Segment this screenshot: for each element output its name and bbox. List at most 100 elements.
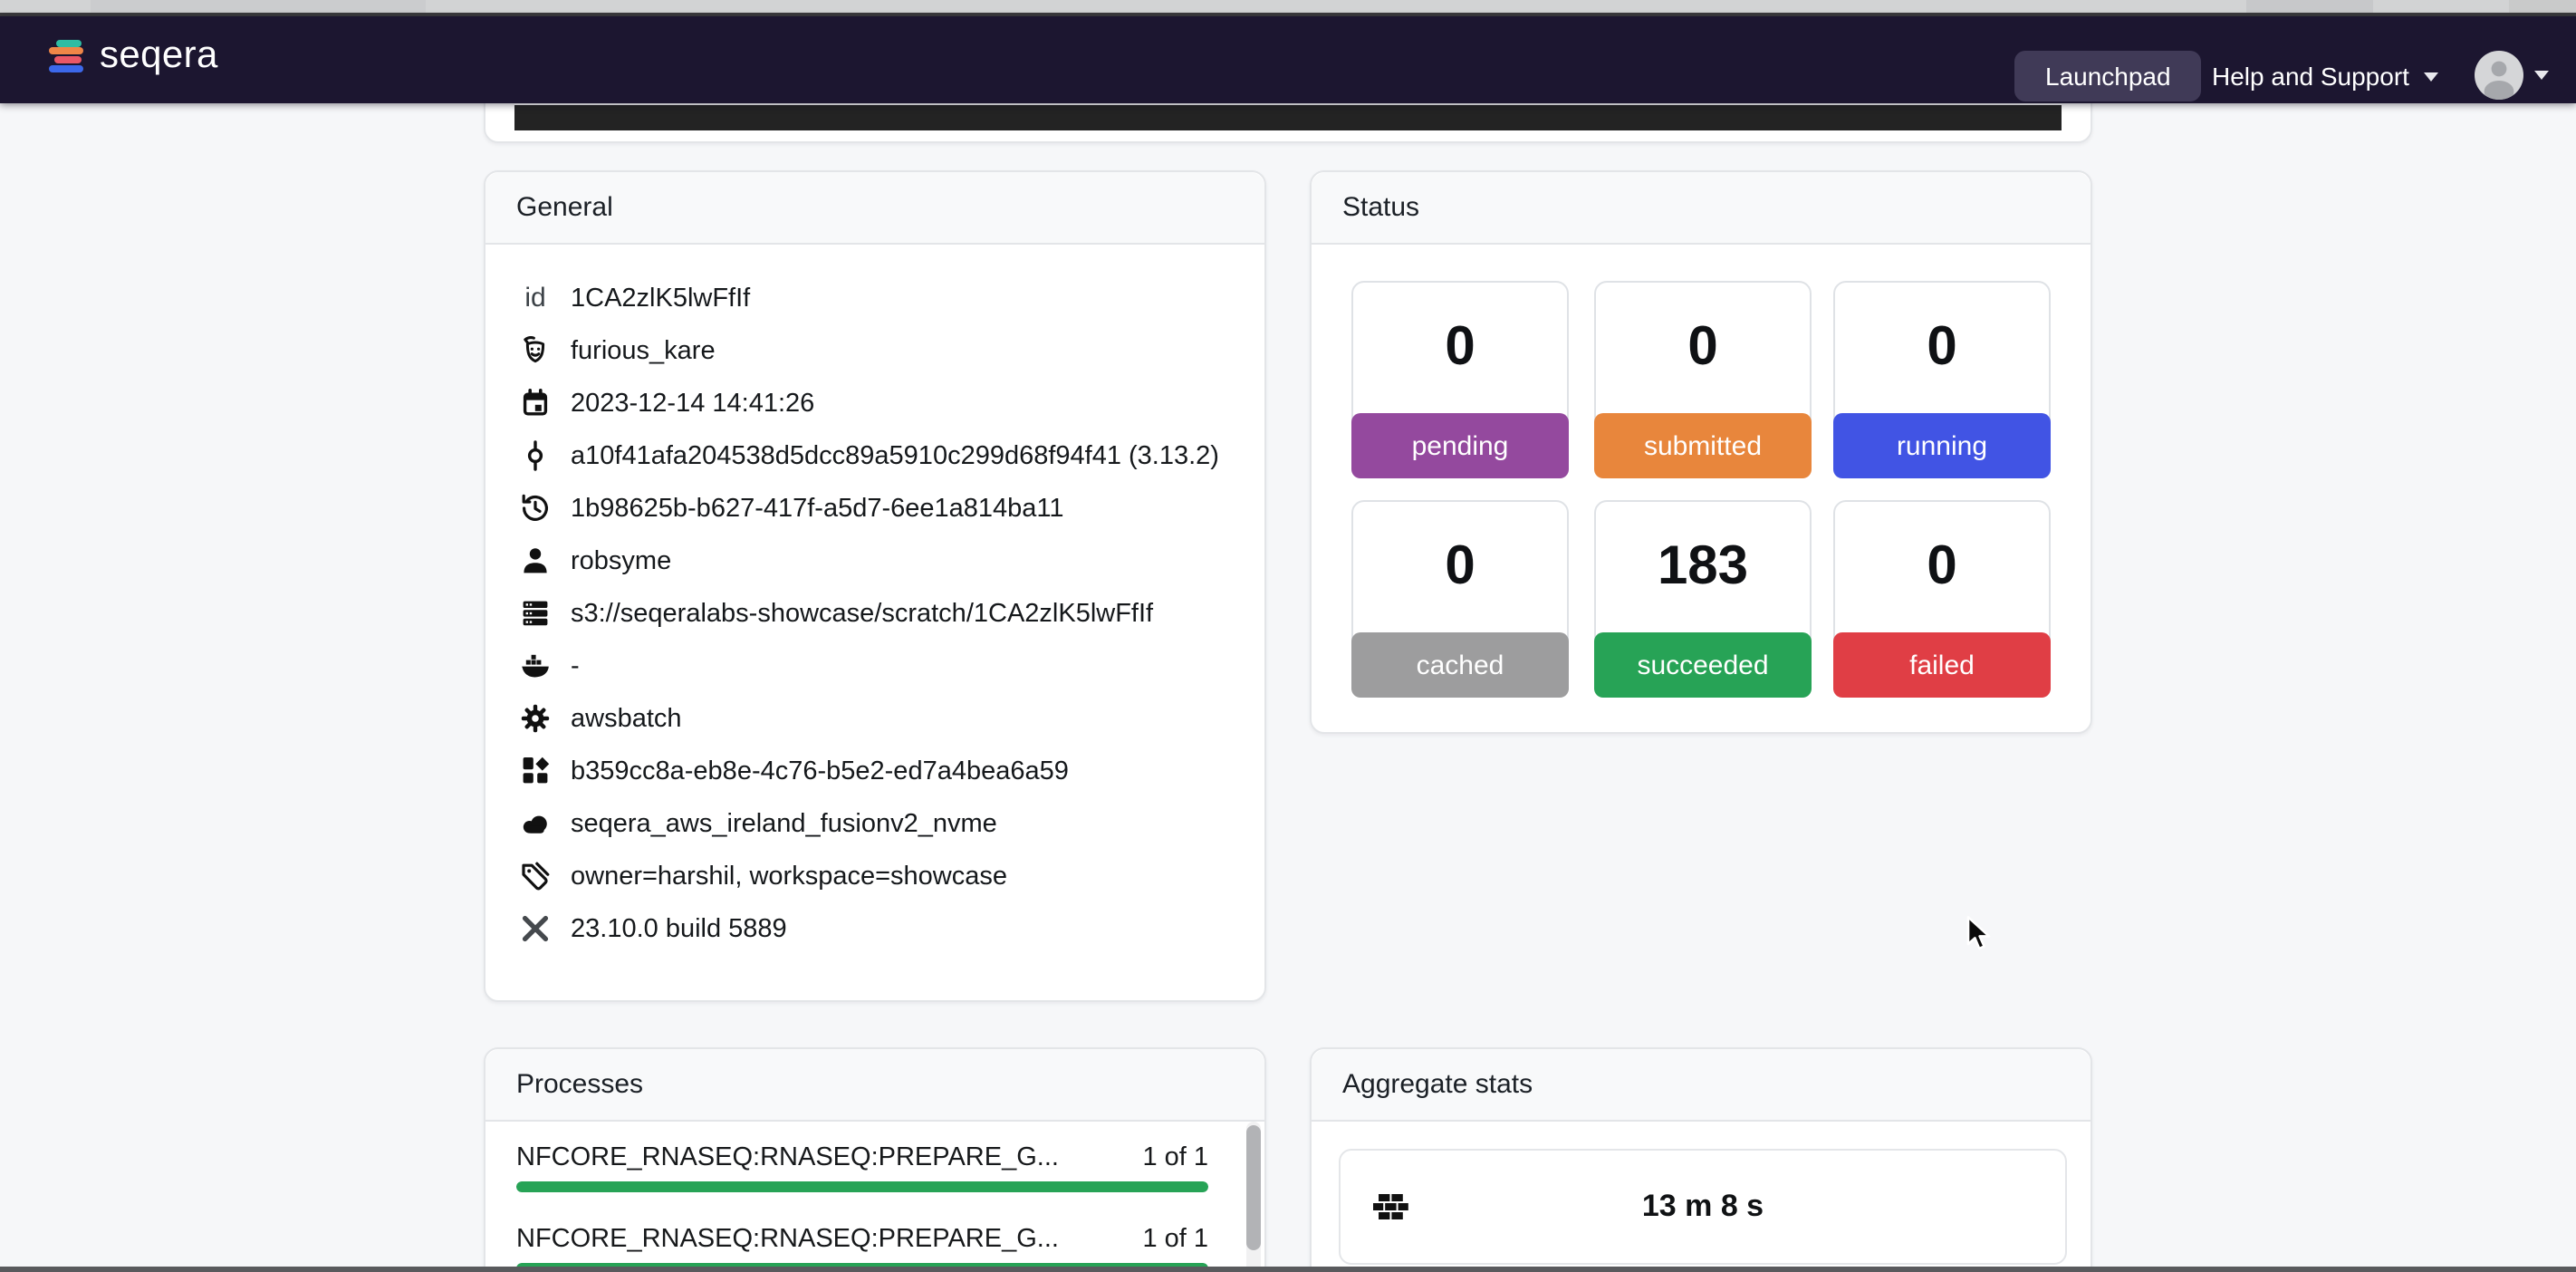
general-row-nf-version: 23.10.0 build 5889 (485, 902, 1264, 955)
status-tile-failed: 0 failed (1833, 500, 2051, 698)
person-icon (2475, 51, 2523, 100)
nextflow-x-icon (520, 913, 551, 944)
brand-text: seqera (100, 34, 218, 78)
workdir-value: s3://seqeralabs-showcase/scratch/1CA2zlK… (571, 599, 1153, 628)
aggregate-stats-title: Aggregate stats (1342, 1069, 1533, 1100)
nf-version-value: 23.10.0 build 5889 (571, 914, 787, 943)
gear-icon (520, 703, 551, 734)
status-tile-running: 0 running (1833, 281, 2051, 478)
run-name-value: furious_kare (571, 336, 716, 365)
walltime-stat-box: 13 m 8 s (1339, 1149, 2067, 1265)
launchpad-button[interactable]: Launchpad (2014, 51, 2202, 101)
general-row-cluster: b359cc8a-eb8e-4c76-b5e2-ed7a4bea6a59 (485, 745, 1264, 797)
general-row-executor: awsbatch (485, 692, 1264, 745)
progress-bar-track (516, 1181, 1208, 1191)
history-icon (520, 493, 551, 524)
logo-bar-teal (55, 39, 81, 46)
server-icon (520, 598, 551, 629)
general-row-labels: owner=harshil, workspace=showcase (485, 850, 1264, 902)
help-and-support-menu[interactable]: Help and Support (2212, 51, 2438, 101)
username-value: robsyme (571, 546, 671, 575)
browser-tab-shadow (2246, 0, 2373, 13)
blocks-icon (520, 756, 551, 786)
browser-tab-shadow (91, 0, 426, 13)
cached-label: cached (1351, 632, 1569, 698)
failed-label: failed (1833, 632, 2051, 698)
submitted-count: 0 (1596, 283, 1810, 411)
user-icon (520, 545, 551, 576)
submitted-label: submitted (1594, 413, 1812, 478)
processes-card: Processes NFCORE_RNASEQ:RNASEQ:PREPARE_G… (484, 1047, 1266, 1272)
seqera-logo-icon (49, 37, 83, 75)
general-rows: id 1CA2zlK5lwFfIf furious_kare (485, 245, 1264, 955)
container-value: - (571, 651, 580, 680)
cloud-icon (520, 808, 551, 839)
pending-label: pending (1351, 413, 1569, 478)
executor-value: awsbatch (571, 704, 682, 733)
general-row-session: 1b98625b-b627-417f-a5d7-6ee1a814ba11 (485, 482, 1264, 535)
general-card-header: General (485, 172, 1264, 245)
processes-title: Processes (516, 1069, 643, 1100)
status-tile-pending: 0 pending (1351, 281, 1569, 478)
general-title: General (516, 192, 613, 223)
chevron-down-icon (2534, 71, 2549, 80)
labels-value: owner=harshil, workspace=showcase (571, 862, 1007, 891)
walltime-value: 13 m 8 s (1341, 1151, 2065, 1263)
general-row-compute-env: seqera_aws_ireland_fusionv2_nvme (485, 797, 1264, 850)
mouse-cursor (1966, 915, 1993, 953)
status-tile-cached: 0 cached (1351, 500, 1569, 698)
general-row-user: robsyme (485, 535, 1264, 587)
general-row-commit: a10f41afa204538d5dcc89a5910c299d68f94f41… (485, 429, 1264, 482)
commit-value: a10f41afa204538d5dcc89a5910c299d68f94f41… (571, 441, 1219, 470)
logo-bar-blue (49, 65, 82, 72)
general-card: General id 1CA2zlK5lwFfIf furious_kare (484, 170, 1266, 1002)
process-progress-label: 1 of 1 (1142, 1225, 1208, 1254)
general-row-container: - (485, 640, 1264, 692)
user-menu[interactable] (2475, 51, 2549, 100)
status-title: Status (1342, 192, 1419, 223)
app-root: seqera Launchpad Help and Support Genera… (0, 0, 2576, 1272)
logo-bar-red (53, 56, 81, 63)
processes-card-header: Processes (485, 1049, 1264, 1122)
window-bottom-edge (0, 1267, 2576, 1272)
id-label: id (520, 283, 551, 313)
succeeded-count: 183 (1596, 502, 1810, 631)
status-tile-submitted: 0 submitted (1594, 281, 1812, 478)
cluster-id-value: b359cc8a-eb8e-4c76-b5e2-ed7a4bea6a59 (571, 756, 1069, 785)
browser-chrome-strip (0, 0, 2576, 13)
processes-scrollbar-thumb[interactable] (1246, 1125, 1261, 1250)
tags-icon (520, 861, 551, 891)
status-card-header: Status (1312, 172, 2091, 245)
succeeded-label: succeeded (1594, 632, 1812, 698)
failed-count: 0 (1835, 502, 2049, 631)
chevron-down-icon (2424, 72, 2438, 81)
calendar-icon (520, 388, 551, 419)
cached-count: 0 (1353, 502, 1567, 631)
logo-bar-orange (49, 48, 82, 55)
general-row-id: id 1CA2zlK5lwFfIf (485, 272, 1264, 324)
status-tile-succeeded: 183 succeeded (1594, 500, 1812, 698)
general-row-workdir: s3://seqeralabs-showcase/scratch/1CA2zlK… (485, 587, 1264, 640)
process-progress-label: 1 of 1 (1142, 1143, 1208, 1172)
top-navbar: seqera Launchpad Help and Support (0, 16, 2576, 103)
git-commit-icon (520, 440, 551, 471)
running-label: running (1833, 413, 2051, 478)
seqera-logo[interactable]: seqera (49, 34, 218, 78)
compute-env-value: seqera_aws_ireland_fusionv2_nvme (571, 809, 997, 838)
process-name: NFCORE_RNASEQ:RNASEQ:PREPARE_G... (516, 1225, 1059, 1254)
aggregate-stats-header: Aggregate stats (1312, 1049, 2091, 1122)
status-card: Status 0 pending 0 submitted 0 running 0… (1310, 170, 2092, 734)
pending-count: 0 (1353, 283, 1567, 411)
general-row-date: 2023-12-14 14:41:26 (485, 377, 1264, 429)
process-row[interactable]: NFCORE_RNASEQ:RNASEQ:PREPARE_G... 1 of 1 (516, 1219, 1208, 1272)
process-row[interactable]: NFCORE_RNASEQ:RNASEQ:PREPARE_G... 1 of 1 (516, 1138, 1208, 1191)
general-row-runname: furious_kare (485, 324, 1264, 377)
docker-icon (520, 650, 551, 681)
aggregate-stats-card: Aggregate stats 13 m 8 s (1310, 1047, 2092, 1272)
browser-tab-shadow (2509, 0, 2576, 13)
running-count: 0 (1835, 283, 2049, 411)
session-id-value: 1b98625b-b627-417f-a5d7-6ee1a814ba11 (571, 494, 1064, 523)
theater-masks-icon (520, 335, 551, 366)
start-date-value: 2023-12-14 14:41:26 (571, 389, 814, 418)
process-name: NFCORE_RNASEQ:RNASEQ:PREPARE_G... (516, 1143, 1059, 1172)
